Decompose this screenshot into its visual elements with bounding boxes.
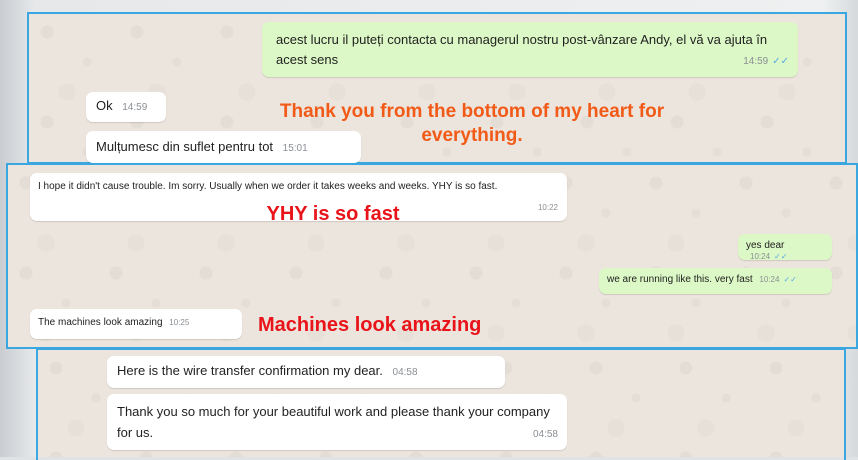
message-time: 10:24: [759, 275, 780, 284]
message-outgoing-aftersales[interactable]: acest lucru il puteți contacta cu manage…: [262, 22, 798, 77]
double-check-icon: ✓✓: [783, 275, 797, 284]
message-text: The machines look amazing: [38, 317, 163, 328]
message-outgoing-yes-dear[interactable]: yes dear 10:24 ✓✓: [738, 234, 832, 261]
annotation-yhy-fast: YHY is so fast: [266, 203, 400, 225]
message-incoming-machines[interactable]: The machines look amazing 10:25: [30, 309, 242, 339]
message-text: I hope it didn't cause trouble. Im sorry…: [38, 181, 498, 192]
annotation-thank-you: Thank you from the bottom of my heart fo…: [279, 101, 665, 146]
message-time: 14:59: [122, 102, 148, 113]
message-time: 04:58: [532, 429, 558, 440]
message-incoming-ok[interactable]: Ok 14:59: [86, 92, 166, 122]
message-text: Here is the wire transfer confirmation m…: [117, 363, 383, 378]
double-check-icon: ✓✓: [772, 56, 789, 67]
message-text: Thank you so much for your beautiful wor…: [117, 404, 550, 440]
message-time: 10:24: [750, 252, 771, 261]
message-text: yes dear: [746, 240, 785, 251]
annotation-machines-amazing: Machines look amazing: [258, 314, 482, 336]
message-time: 10:25: [169, 318, 190, 327]
message-text: Ok: [96, 98, 113, 113]
message-time: 04:58: [392, 367, 418, 378]
message-incoming-thank-you[interactable]: Thank you so much for your beautiful wor…: [107, 394, 567, 450]
message-time: 14:59: [743, 56, 769, 67]
message-text: acest lucru il puteți contacta cu manage…: [276, 32, 768, 67]
message-incoming-wire[interactable]: Here is the wire transfer confirmation m…: [107, 356, 505, 388]
double-check-icon: ✓✓: [774, 252, 788, 261]
message-text: we are running like this. very fast: [607, 274, 753, 285]
message-time: 10:22: [537, 203, 558, 212]
message-outgoing-running[interactable]: we are running like this. very fast 10:2…: [599, 268, 832, 294]
